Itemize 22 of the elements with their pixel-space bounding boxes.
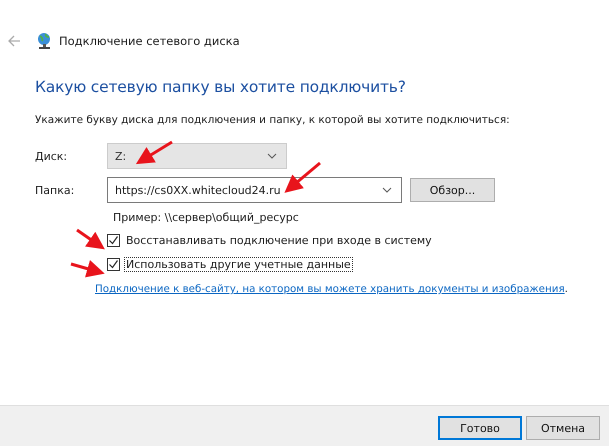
chevron-down-icon: [267, 153, 277, 159]
example-text: Пример: \\сервер\общий_ресурс: [113, 211, 300, 224]
website-link[interactable]: Подключение к веб-сайту, на котором вы можете хранить документы и изображения: [95, 283, 565, 295]
folder-label: Папка:: [35, 184, 76, 196]
annotation-arrow: [70, 260, 105, 278]
chevron-down-icon: [382, 187, 392, 193]
checkbox[interactable]: [107, 234, 120, 247]
checkbox-label[interactable]: Восстанавливать подключение при входе в систему: [124, 233, 434, 248]
annotation-arrow: [76, 228, 105, 250]
finish-button[interactable]: Готово: [438, 416, 522, 440]
annotation-arrow: [284, 162, 321, 193]
drive-label: Диск:: [35, 150, 68, 162]
heading: Какую сетевую папку вы хотите подключить?: [35, 78, 407, 96]
annotation-arrow: [136, 140, 173, 164]
folder-field[interactable]: https://cs0XX.whitecloud24.ru: [107, 177, 402, 203]
browse-button[interactable]: Обзор...: [410, 178, 495, 202]
period-text: .: [564, 283, 568, 295]
window-title: Подключение сетевого диска: [59, 34, 240, 48]
checkbox[interactable]: [107, 258, 120, 271]
cancel-button[interactable]: Отмена: [526, 416, 600, 440]
instruction-text: Укажите букву диска для подключения и папку, к которой вы хотите подключиться:: [35, 114, 511, 126]
checkbox-label[interactable]: Использовать другие учетные данные: [124, 257, 353, 272]
